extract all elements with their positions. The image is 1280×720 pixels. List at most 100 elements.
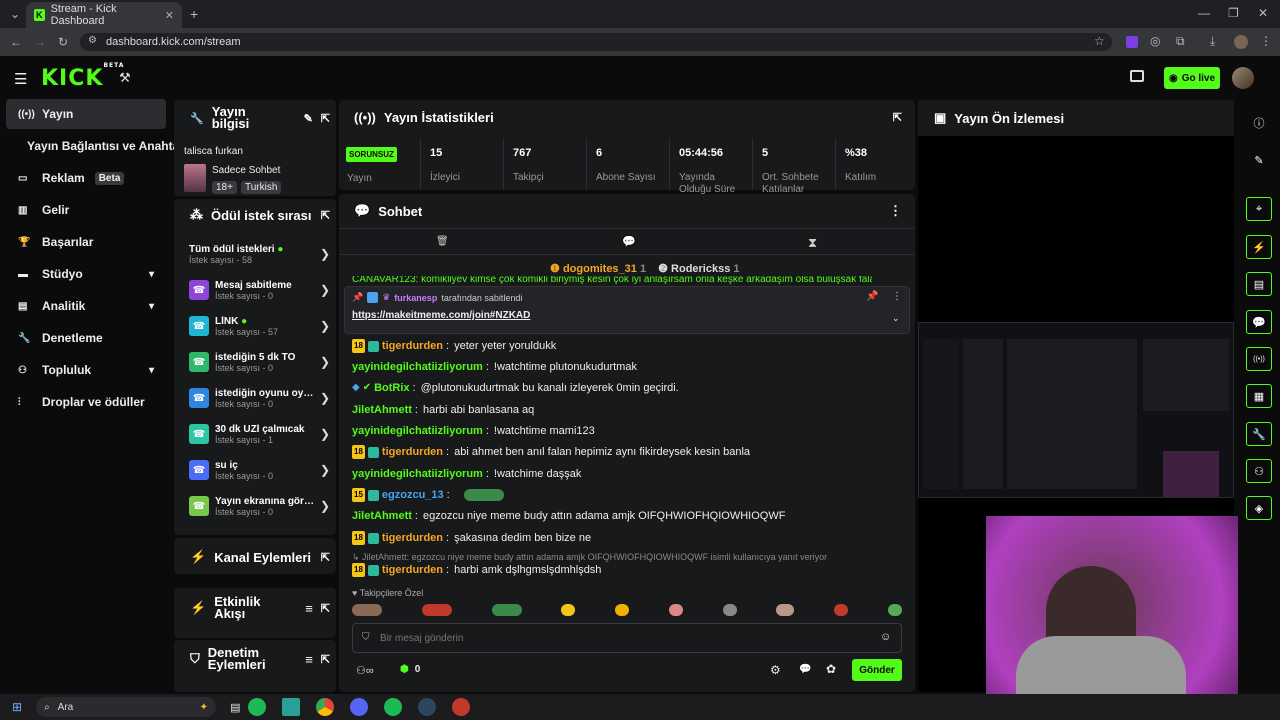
puzzle-extensions-icon[interactable]: ⧉ bbox=[1176, 34, 1185, 49]
forward-icon[interactable]: → bbox=[34, 35, 46, 49]
nav-item-5[interactable]: ▬ Stüdyo ▾ bbox=[6, 259, 166, 289]
nav-item-4[interactable]: 🏆 Başarılar bbox=[6, 227, 166, 257]
chat-message[interactable]: 18 tigerdurden: abi ahmet ben anıl falan… bbox=[352, 445, 750, 459]
hd-icon[interactable] bbox=[1130, 70, 1144, 82]
chat-message[interactable]: ◆ ✔ BotRix: @plutonukudurtmak bu kanalı i… bbox=[352, 381, 679, 395]
chat-username[interactable]: yayinidegilchatiizliyorum bbox=[352, 467, 483, 481]
emoji-picker-icon[interactable]: ☺ bbox=[880, 631, 891, 643]
filter-icon[interactable]: ≡ bbox=[305, 652, 313, 667]
layout-icon[interactable]: ▦ bbox=[1246, 384, 1272, 408]
all-rewards-row[interactable]: Tüm ödül istekleri ● İstek sayısı - 58 ❯ bbox=[176, 236, 336, 272]
chat-message[interactable]: 18 tigerdurden: harbi amk dşlhgmslşdmhlş… bbox=[352, 563, 601, 577]
chat-username[interactable]: tigerdurden bbox=[382, 339, 443, 353]
emote[interactable] bbox=[776, 604, 795, 616]
site-info-icon[interactable]: ⚙ bbox=[88, 35, 97, 46]
reload-icon[interactable]: ↻ bbox=[58, 35, 68, 49]
restore-icon[interactable]: ❐ bbox=[1228, 6, 1239, 20]
reward-row[interactable]: ☎ su iç İstek sayısı - 0 ❯ bbox=[176, 452, 336, 488]
mod-icon[interactable]: ✿ bbox=[826, 662, 836, 676]
taskbar-app-icon[interactable] bbox=[248, 698, 267, 716]
reward-row[interactable]: ☎ Mesaj sabitleme İstek sayısı - 0 ❯ bbox=[176, 272, 336, 308]
taskbar-app-icon[interactable] bbox=[282, 698, 301, 716]
reward-row[interactable]: ☎ LİNK ● İstek sayısı - 57 ❯ bbox=[176, 308, 336, 344]
focus-icon[interactable]: ⌖ bbox=[1246, 197, 1272, 221]
minimize-icon[interactable]: — bbox=[1198, 6, 1210, 20]
trash-icon[interactable]: 🗑 bbox=[436, 236, 449, 247]
popout-icon[interactable]: ⇱ bbox=[321, 209, 330, 222]
filter-icon[interactable]: ≡ bbox=[305, 601, 313, 616]
discord-icon[interactable] bbox=[350, 698, 369, 716]
slow-mode-hourglass-icon[interactable]: ⧗ bbox=[808, 235, 817, 251]
hammer-icon[interactable]: ⚒ bbox=[119, 70, 131, 86]
pencil-icon[interactable]: ✎ bbox=[1246, 148, 1272, 172]
chat-username[interactable]: tigerdurden bbox=[382, 531, 443, 545]
nav-item-1[interactable]: Yayın Bağlantısı ve Anahtarı bbox=[6, 131, 187, 161]
nav-item-8[interactable]: ⚇ Topluluk ▾ bbox=[6, 355, 166, 385]
emote[interactable] bbox=[421, 604, 452, 616]
hamburger-menu-icon[interactable]: ☰ bbox=[14, 70, 27, 88]
go-live-button[interactable]: ◉ Go live bbox=[1164, 67, 1220, 89]
chat-bubble-icon[interactable]: 💬 bbox=[799, 664, 811, 675]
pinned-menu-icon[interactable]: ⋮ bbox=[892, 291, 902, 302]
info-icon[interactable]: ⓘ bbox=[1246, 111, 1272, 135]
url-field[interactable]: dashboard.kick.com/stream bbox=[80, 33, 1112, 51]
popout-icon[interactable]: ⇱ bbox=[893, 111, 902, 124]
kick-logo[interactable]: KICKBETA bbox=[41, 62, 124, 91]
steam-icon[interactable] bbox=[418, 698, 437, 716]
emote[interactable] bbox=[561, 604, 576, 616]
task-view-icon[interactable]: ▤ bbox=[230, 701, 240, 714]
user-avatar[interactable] bbox=[1232, 67, 1254, 89]
lightning-icon[interactable]: ⚡ bbox=[1246, 235, 1272, 259]
bookmark-star-icon[interactable]: ☆ bbox=[1094, 34, 1105, 48]
chat-username[interactable]: tigerdurden bbox=[382, 563, 443, 577]
chevron-down-icon[interactable]: ▾ bbox=[149, 301, 154, 312]
chat-message[interactable]: 18 tigerdurden: şakasına dedim ben bize … bbox=[352, 531, 591, 545]
chat-icon[interactable]: 💬 bbox=[1246, 310, 1272, 334]
chat-username[interactable]: egzozcu_13 bbox=[382, 488, 444, 502]
chat-username[interactable]: JiletAhmett bbox=[352, 509, 412, 523]
reward-row[interactable]: ☎ 30 dk UZİ çalmıcak İstek sayısı - 1 ❯ bbox=[176, 416, 336, 452]
obs-icon[interactable] bbox=[452, 698, 471, 716]
chat-username[interactable]: yayinidegilchatiizliyorum bbox=[352, 424, 483, 438]
chat-username[interactable]: BotRix bbox=[374, 381, 409, 395]
chat-message[interactable]: yayinidegilchatiizliyorum: !watchtime ma… bbox=[352, 424, 595, 438]
chat-message[interactable]: JiletAhmett: egzozcu niye meme budy attı… bbox=[352, 509, 785, 523]
chat-username[interactable]: JiletAhmett bbox=[352, 403, 412, 417]
unpin-icon[interactable]: 📌 bbox=[866, 291, 878, 302]
emote[interactable] bbox=[887, 604, 902, 616]
more-menu-icon[interactable]: ⋮ bbox=[1260, 34, 1272, 48]
drops-icon[interactable]: ◈ bbox=[1246, 496, 1272, 520]
windows-start-icon[interactable]: ⊞ bbox=[12, 700, 22, 714]
profile-icon[interactable] bbox=[1234, 35, 1248, 49]
chat-message[interactable]: yayinidegilchatiizliyorum: !watchime daş… bbox=[352, 467, 581, 481]
wrench-icon[interactable]: 🔧 bbox=[1246, 422, 1272, 446]
send-button[interactable]: Gönder bbox=[852, 659, 902, 681]
nav-item-6[interactable]: ▤ Analitik ▾ bbox=[6, 291, 166, 321]
tab-list-icon[interactable]: ⌄ bbox=[10, 7, 20, 21]
popout-icon[interactable]: ⇱ bbox=[321, 551, 330, 564]
document-icon[interactable]: ▤ bbox=[1246, 272, 1272, 296]
chat-message-input[interactable] bbox=[380, 628, 860, 648]
new-tab-icon[interactable]: + bbox=[190, 6, 198, 22]
chat-message[interactable]: JiletAhmett: harbi abi banlasana aq bbox=[352, 403, 534, 417]
nav-item-3[interactable]: ▥ Gelir bbox=[6, 195, 166, 225]
reward-row[interactable]: ☎ istediğin 5 dk TO İstek sayısı - 0 ❯ bbox=[176, 344, 336, 380]
emote[interactable] bbox=[352, 604, 382, 616]
popout-icon[interactable]: ⇱ bbox=[321, 653, 330, 666]
reward-row[interactable]: ☎ Yayın ekranına görs... İstek sayısı - … bbox=[176, 488, 336, 524]
chat-username[interactable]: yayinidegilchatiizliyorum bbox=[352, 360, 483, 374]
nav-item-9[interactable]: ⫶ Droplar ve ödüller bbox=[6, 387, 166, 417]
nav-item-0[interactable]: ((•)) Yayın bbox=[6, 99, 166, 129]
chrome-icon[interactable] bbox=[316, 698, 335, 716]
emote[interactable] bbox=[722, 604, 737, 616]
leader-1[interactable]: ❶ dogomites_31 1 bbox=[550, 262, 646, 275]
pinned-link[interactable]: https://makeitmeme.com/join#NZKAD bbox=[352, 310, 530, 321]
chat-settings-users-icon[interactable]: ⚇∞ bbox=[356, 664, 374, 677]
chat-mode-icon[interactable]: 💬 bbox=[622, 235, 636, 248]
emote[interactable] bbox=[615, 604, 630, 616]
popout-icon[interactable]: ⇱ bbox=[321, 112, 330, 125]
chat-message[interactable]: yayinidegilchatiizliyorum: !watchtime pl… bbox=[352, 360, 637, 374]
close-tab-icon[interactable]: ✕ bbox=[165, 9, 174, 22]
settings-gear-icon[interactable]: ⚙ bbox=[770, 663, 781, 677]
popout-icon[interactable]: ⇱ bbox=[321, 602, 330, 615]
